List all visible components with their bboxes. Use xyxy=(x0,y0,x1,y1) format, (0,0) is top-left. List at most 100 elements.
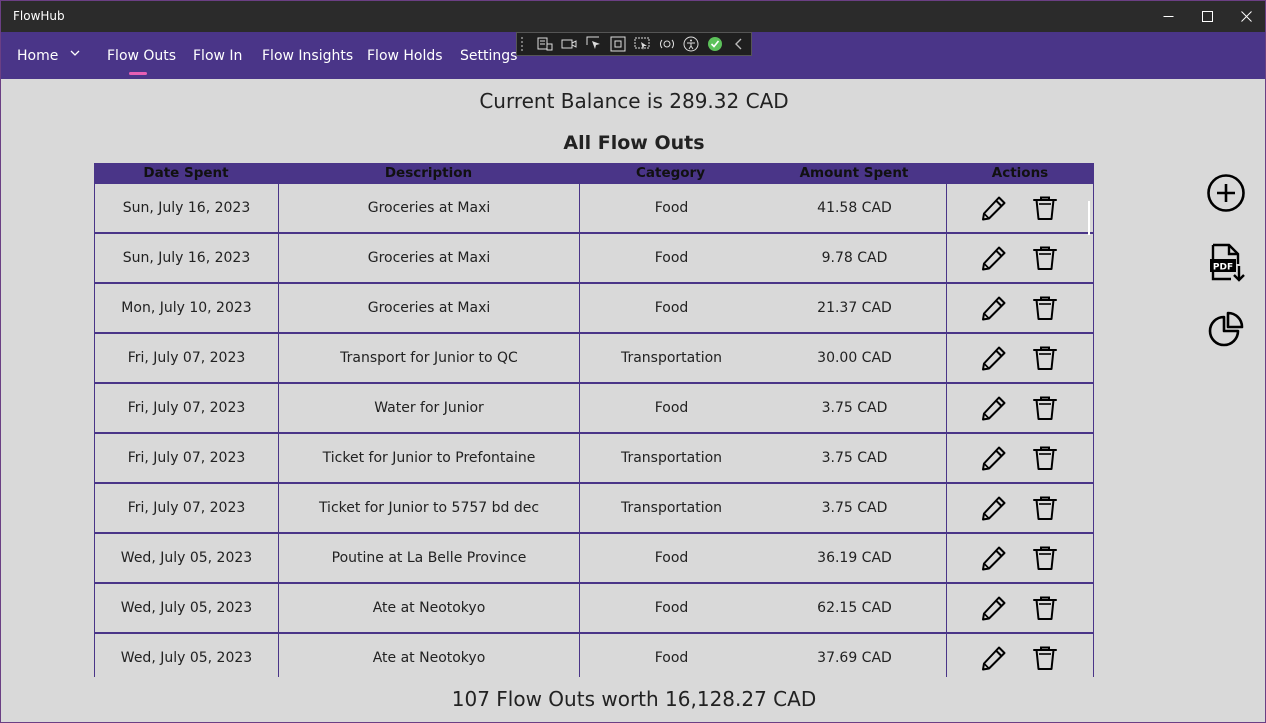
close-button[interactable] xyxy=(1226,1,1266,32)
cell-actions xyxy=(947,634,1093,677)
delete-trash-icon[interactable] xyxy=(1031,494,1059,522)
hot-reload-icon[interactable] xyxy=(655,33,678,55)
edit-pencil-icon[interactable] xyxy=(980,344,1008,372)
cell-category: Food xyxy=(654,250,689,266)
cell-actions xyxy=(947,184,1093,232)
cell-description: Poutine at La Belle Province xyxy=(279,534,580,582)
maximize-button[interactable] xyxy=(1187,1,1227,32)
delete-trash-icon[interactable] xyxy=(1031,244,1059,272)
delete-trash-icon[interactable] xyxy=(1031,394,1059,422)
cell-amount: 9.78 CAD xyxy=(763,234,947,282)
cell-date: Sun, July 16, 2023 xyxy=(95,234,279,282)
edit-pencil-icon[interactable] xyxy=(980,494,1008,522)
track-focus-icon[interactable] xyxy=(631,33,654,55)
delete-trash-icon[interactable] xyxy=(1031,294,1059,322)
cell-date: Wed, July 05, 2023 xyxy=(95,534,279,582)
nav-home[interactable]: Home xyxy=(17,48,58,64)
column-header-date: Date Spent xyxy=(143,165,229,181)
delete-trash-icon[interactable] xyxy=(1031,444,1059,472)
cell-actions xyxy=(947,584,1093,632)
delete-trash-icon[interactable] xyxy=(1031,544,1059,572)
cell-amount: 41.58 CAD xyxy=(763,184,947,232)
display-layout-icon[interactable] xyxy=(606,33,629,55)
minimize-button[interactable] xyxy=(1148,1,1188,32)
nav-flow-insights[interactable]: Flow Insights xyxy=(262,48,353,64)
cell-category: Food xyxy=(654,650,689,666)
export-pdf-button[interactable]: PDF xyxy=(1205,242,1247,284)
edit-pencil-icon[interactable] xyxy=(980,544,1008,572)
edit-pencil-icon[interactable] xyxy=(980,394,1008,422)
nav-flow-in[interactable]: Flow In xyxy=(193,48,242,64)
insights-chart-button[interactable] xyxy=(1205,308,1247,350)
cell-actions xyxy=(947,434,1093,482)
cell-date: Fri, July 07, 2023 xyxy=(95,434,279,482)
cell-amount: 3.75 CAD xyxy=(763,434,947,482)
cell-date: Sun, July 16, 2023 xyxy=(95,184,279,232)
cell-description: Ticket for Junior to 5757 bd dec xyxy=(279,484,580,532)
cell-amount: 3.75 CAD xyxy=(763,484,947,532)
table-row: Wed, July 05, 2023 Ate at Neotokyo Food 62.… xyxy=(94,584,1094,634)
table-row: Sun, July 16, 2023 Groceries at Maxi Food 9… xyxy=(94,234,1094,284)
cell-actions xyxy=(947,234,1093,282)
edit-pencil-icon[interactable] xyxy=(980,594,1008,622)
cell-description: Groceries at Maxi xyxy=(279,184,580,232)
delete-trash-icon[interactable] xyxy=(1031,194,1059,222)
edit-pencil-icon[interactable] xyxy=(980,644,1008,672)
select-element-icon[interactable] xyxy=(582,33,605,55)
cell-description: Ticket for Junior to Prefontaine xyxy=(279,434,580,482)
delete-trash-icon[interactable] xyxy=(1031,644,1059,672)
video-icon[interactable] xyxy=(558,33,581,55)
cell-date: Fri, July 07, 2023 xyxy=(95,484,279,532)
cell-actions xyxy=(947,384,1093,432)
maximize-icon xyxy=(1201,11,1213,22)
add-flow-out-button[interactable] xyxy=(1205,172,1247,214)
delete-trash-icon[interactable] xyxy=(1031,594,1059,622)
edit-pencil-icon[interactable] xyxy=(980,444,1008,472)
home-chevron-down-icon[interactable] xyxy=(69,47,81,63)
toolbar-gripper[interactable] xyxy=(521,37,529,51)
minimize-icon xyxy=(1163,16,1173,17)
cell-description: Groceries at Maxi xyxy=(279,284,580,332)
debug-toolbar xyxy=(516,32,752,56)
cell-category: Transportation xyxy=(620,450,723,466)
cell-date: Mon, July 10, 2023 xyxy=(95,284,279,332)
cell-amount: 62.15 CAD xyxy=(763,584,947,632)
page-title: All Flow Outs xyxy=(563,132,705,154)
edit-pencil-icon[interactable] xyxy=(980,244,1008,272)
cell-actions xyxy=(947,284,1093,332)
cell-category: Food xyxy=(654,400,689,416)
checkmark-status-icon[interactable] xyxy=(703,33,726,55)
table-row: Fri, July 07, 2023 Ticket for Junior to 5… xyxy=(94,484,1094,534)
edit-pencil-icon[interactable] xyxy=(980,294,1008,322)
cell-date: Wed, July 05, 2023 xyxy=(95,634,279,677)
nav-settings[interactable]: Settings xyxy=(460,48,517,64)
flow-outs-summary: 107 Flow Outs worth 16,128.27 CAD xyxy=(451,687,817,711)
cell-amount: 21.37 CAD xyxy=(763,284,947,332)
cell-description: Transport for Junior to QC xyxy=(279,334,580,382)
cell-amount: 30.00 CAD xyxy=(763,334,947,382)
column-header-actions: Actions xyxy=(991,165,1049,181)
cell-category: Transportation xyxy=(620,500,723,516)
live-visual-tree-icon[interactable] xyxy=(534,33,557,55)
cell-description: Water for Junior xyxy=(279,384,580,432)
collapse-chevron-icon[interactable] xyxy=(728,33,751,55)
nav-flow-holds[interactable]: Flow Holds xyxy=(367,48,443,64)
edit-pencil-icon[interactable] xyxy=(980,194,1008,222)
column-header-amount: Amount Spent xyxy=(799,165,909,181)
cell-description: Groceries at Maxi xyxy=(279,234,580,282)
nav-flow-outs[interactable]: Flow Outs xyxy=(107,48,176,64)
export-pdf-icon: PDF xyxy=(1210,243,1245,282)
table-row: Sun, July 16, 2023 Groceries at Maxi Food 4… xyxy=(94,184,1094,234)
table-row: Wed, July 05, 2023 Ate at Neotokyo Food 37.… xyxy=(94,634,1094,677)
cell-description: Ate at Neotokyo xyxy=(279,584,580,632)
delete-trash-icon[interactable] xyxy=(1031,344,1059,372)
active-tab-indicator xyxy=(129,72,147,75)
cell-date: Fri, July 07, 2023 xyxy=(95,334,279,382)
column-header-category: Category xyxy=(635,165,706,181)
flow-outs-table: Date Spent Description Category Amount S… xyxy=(94,163,1094,677)
cell-category: Food xyxy=(654,550,689,566)
table-scrollbar[interactable] xyxy=(1088,201,1090,235)
table-row: Mon, July 10, 2023 Groceries at Maxi Food 2… xyxy=(94,284,1094,334)
accessibility-icon[interactable] xyxy=(679,33,702,55)
cell-actions xyxy=(947,534,1093,582)
